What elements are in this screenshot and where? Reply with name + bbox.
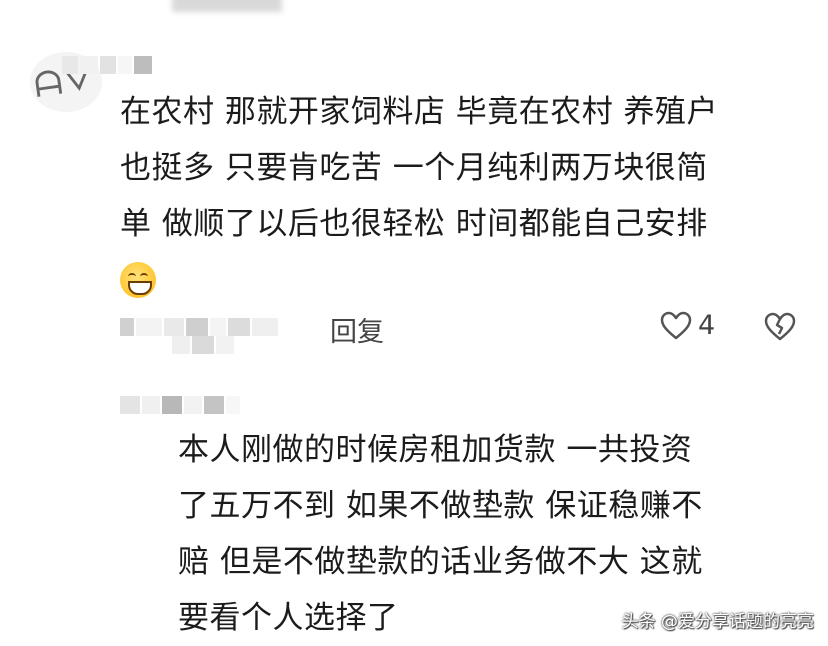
watermark: 头条 @爱分享话题的亮亮 [621, 612, 814, 632]
commenter-1-name-blurred [62, 56, 152, 74]
heart-outline-icon [660, 311, 692, 339]
broken-heart-icon [764, 312, 796, 341]
comment-1-line-1: 在农村 那就开家饲料店 毕竟在农村 养殖户 [120, 94, 719, 130]
comment-2-line-3: 赔 但是不做垫款的话业务做不大 这就 [178, 544, 703, 580]
comment-2-line-2: 了五万不到 如果不做垫款 保证稳赚不 [178, 488, 703, 524]
comment-1-meta-blurred [120, 318, 278, 336]
comment-1-like-button[interactable]: 4 [660, 310, 715, 341]
comment-1-line-3: 单 做顺了以后也很轻松 时间都能自己安排 [120, 206, 708, 242]
comment-2-line-1: 本人刚做的时候房租加货款 一共投资 [178, 432, 693, 468]
truncated-top-text [172, 0, 282, 17]
grinning-face-emoji-icon [120, 262, 156, 298]
comment-1-line-2: 也挺多 只要肯吃苦 一个月纯利两万块很简 [120, 150, 708, 186]
commenter-2-avatar-blurred[interactable] [172, 336, 234, 354]
comment-1-dislike-button[interactable] [764, 312, 796, 346]
commenter-2-name-blurred [120, 396, 240, 414]
comment-1-like-count: 4 [698, 310, 716, 341]
comment-1-text: 在农村 那就开家饲料店 毕竟在农村 养殖户 也挺多 只要肯吃苦 一个月纯利两万块… [120, 84, 718, 308]
comment-1-reply-button[interactable]: 回复 [330, 310, 384, 349]
